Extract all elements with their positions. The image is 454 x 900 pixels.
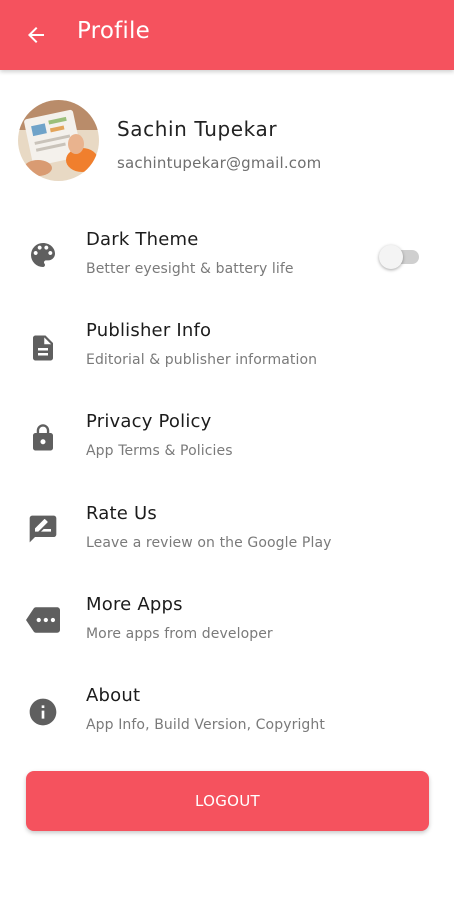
app-bar: Profile: [0, 0, 454, 70]
menu-title: Rate Us: [86, 503, 157, 524]
menu-subtitle: Leave a review on the Google Play: [86, 535, 332, 551]
lock-icon: [26, 421, 60, 455]
profile-header: Sachin Tupekar sachintupekar@gmail.com: [0, 100, 454, 184]
arrow-left-icon: [28, 27, 44, 43]
menu-item-dark-theme[interactable]: Dark Theme Better eyesight & battery lif…: [0, 229, 454, 309]
menu-subtitle: More apps from developer: [86, 626, 273, 642]
menu-title: Publisher Info: [86, 320, 212, 341]
menu-item-rate-us[interactable]: Rate Us Leave a review on the Google Pla…: [0, 503, 454, 583]
profile-email: sachintupekar@gmail.com: [117, 154, 322, 172]
menu-title: About: [86, 685, 141, 706]
rate-review-icon: [26, 512, 60, 546]
menu-subtitle: App Terms & Policies: [86, 443, 233, 459]
back-button[interactable]: [21, 20, 51, 50]
menu-title: Privacy Policy: [86, 411, 212, 432]
menu-subtitle: App Info, Build Version, Copyright: [86, 717, 325, 733]
info-icon: [26, 695, 60, 729]
menu-item-privacy-policy[interactable]: Privacy Policy App Terms & Policies: [0, 411, 454, 491]
avatar[interactable]: [18, 100, 99, 181]
profile-name: Sachin Tupekar: [117, 117, 278, 141]
menu-item-about[interactable]: About App Info, Build Version, Copyright: [0, 685, 454, 765]
menu-title: More Apps: [86, 594, 183, 615]
document-icon: [26, 331, 60, 365]
menu-subtitle: Better eyesight & battery life: [86, 261, 294, 277]
avatar-image: [18, 100, 99, 181]
page-title: Profile: [77, 18, 150, 44]
more-tag-icon: [26, 603, 60, 637]
menu-title: Dark Theme: [86, 229, 199, 250]
menu-subtitle: Editorial & publisher information: [86, 352, 318, 368]
dark-theme-toggle[interactable]: [379, 245, 421, 269]
palette-icon: [26, 238, 60, 272]
menu-item-publisher-info[interactable]: Publisher Info Editorial & publisher inf…: [0, 320, 454, 400]
toggle-thumb: [379, 245, 403, 269]
menu-item-more-apps[interactable]: More Apps More apps from developer: [0, 594, 454, 674]
logout-button[interactable]: LOGOUT: [26, 771, 429, 831]
